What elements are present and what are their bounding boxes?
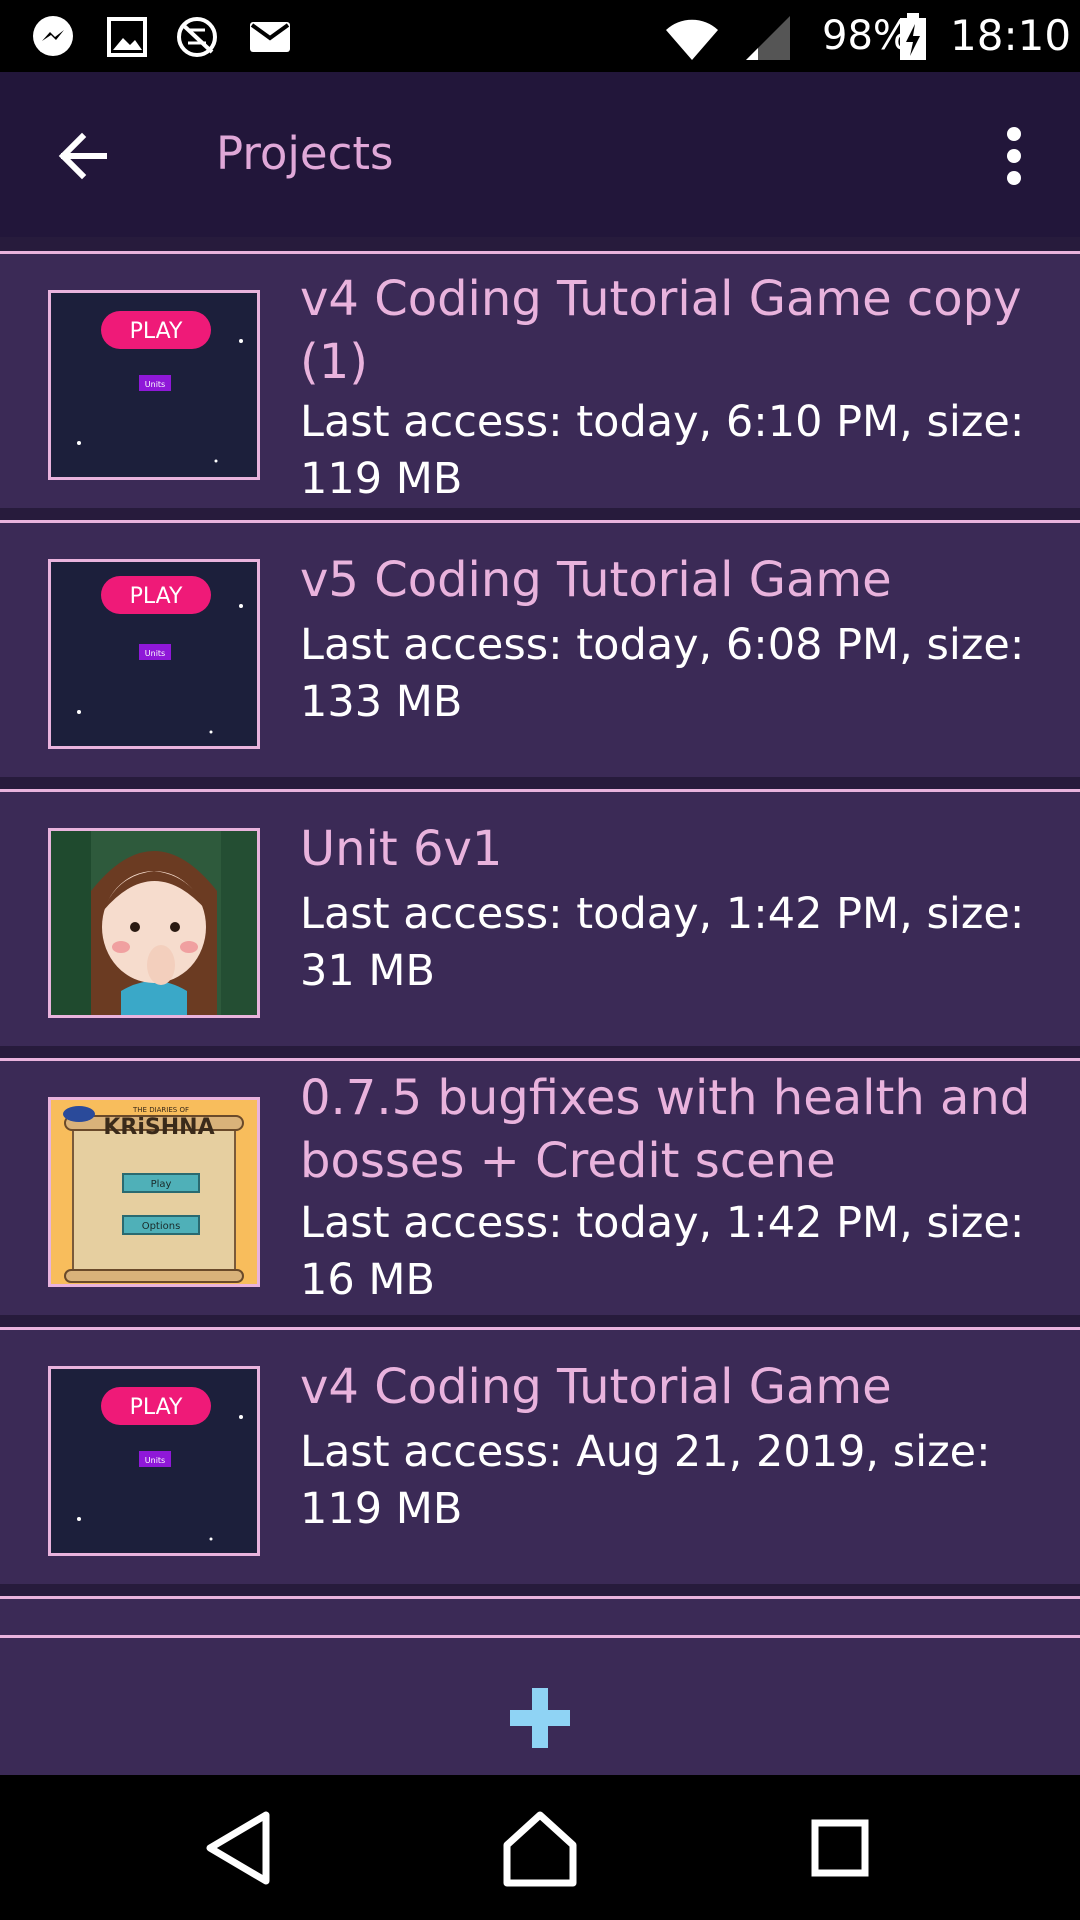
project-size: 119 MB xyxy=(300,454,463,504)
messenger-icon xyxy=(33,16,73,56)
project-title: Unit 6v1 xyxy=(300,821,503,877)
girl-character-thumbnail xyxy=(51,831,257,1015)
thumb-krishna-title: KRiSHNA xyxy=(103,1115,214,1140)
thumb-krishna-subtitle: THE DIARIES OF xyxy=(132,1106,189,1114)
page-title: Projects xyxy=(216,127,394,180)
project-card-partial[interactable] xyxy=(0,1596,1080,1635)
project-meta: Last access: today, 6:10 PM, size: xyxy=(300,397,1025,447)
app-bar: Projects xyxy=(0,72,1080,237)
project-thumbnail: PLAY Units xyxy=(48,290,260,480)
project-title: v5 Coding Tutorial Game xyxy=(300,552,892,608)
project-thumbnail xyxy=(48,828,260,1018)
project-title-line2: bosses + Credit scene xyxy=(300,1133,836,1189)
space-game-thumbnail: PLAY Units xyxy=(51,1369,257,1553)
project-card[interactable]: PLAY Units v4 Coding Tutorial Game Last … xyxy=(0,1327,1080,1584)
thumb-krishna-options: Options xyxy=(142,1221,181,1232)
thumb-units-label: Units xyxy=(145,649,165,658)
nav-back-icon[interactable] xyxy=(196,1803,286,1893)
mail-icon xyxy=(250,22,290,52)
project-title: v4 Coding Tutorial Game copy xyxy=(300,271,1022,327)
project-card[interactable]: Unit 6v1 Last access: today, 1:42 PM, si… xyxy=(0,789,1080,1046)
list-divider xyxy=(0,508,1080,520)
wifi-icon xyxy=(666,19,718,60)
project-size: 16 MB xyxy=(300,1255,435,1305)
more-options-icon[interactable] xyxy=(980,120,1044,192)
list-divider xyxy=(0,1315,1080,1327)
status-bar: 98% 18:10 xyxy=(0,0,1080,72)
list-divider xyxy=(0,237,1080,251)
back-arrow-icon[interactable] xyxy=(50,120,122,192)
bottom-panel xyxy=(0,1635,1080,1778)
project-card[interactable]: PLAY Units v4 Coding Tutorial Game copy … xyxy=(0,251,1080,508)
list-divider xyxy=(0,1584,1080,1596)
project-thumbnail: PLAY Units xyxy=(48,1366,260,1556)
project-meta: Last access: today, 1:42 PM, size: xyxy=(300,889,1025,939)
clock: 18:10 xyxy=(950,11,1072,60)
thumb-units-label: Units xyxy=(145,1456,165,1465)
list-divider xyxy=(0,1046,1080,1058)
thumb-krishna-play: Play xyxy=(151,1179,172,1190)
thumb-play-label: PLAY xyxy=(130,1395,183,1420)
project-thumbnail: PLAY Units xyxy=(48,559,260,749)
project-size: 119 MB xyxy=(300,1484,463,1534)
thumb-play-label: PLAY xyxy=(130,319,183,344)
space-game-thumbnail: PLAY Units xyxy=(51,562,257,746)
battery-charging-icon xyxy=(900,13,926,60)
project-meta: Last access: Aug 21, 2019, size: xyxy=(300,1427,991,1477)
thumb-play-label: PLAY xyxy=(130,584,183,609)
project-card[interactable]: THE DIARIES OF KRiSHNA Play Options 0.7.… xyxy=(0,1058,1080,1315)
project-meta: Last access: today, 6:08 PM, size: xyxy=(300,620,1025,670)
navigation-bar xyxy=(0,1775,1080,1920)
nav-home-icon[interactable] xyxy=(495,1803,585,1893)
project-card[interactable]: PLAY Units v5 Coding Tutorial Game Last … xyxy=(0,520,1080,777)
thumb-units-label: Units xyxy=(145,380,165,389)
krishna-scroll-thumbnail: THE DIARIES OF KRiSHNA Play Options xyxy=(51,1100,257,1284)
list-divider xyxy=(0,777,1080,789)
project-size: 31 MB xyxy=(300,946,435,996)
no-data-icon xyxy=(177,17,217,57)
project-list: PLAY Units v4 Coding Tutorial Game copy … xyxy=(0,237,1080,1635)
project-title: v4 Coding Tutorial Game xyxy=(300,1359,892,1415)
image-icon xyxy=(107,17,147,57)
project-size: 133 MB xyxy=(300,677,463,727)
space-game-thumbnail: PLAY Units xyxy=(51,293,257,477)
signal-icon xyxy=(746,16,790,60)
nav-recents-icon[interactable] xyxy=(795,1803,885,1893)
project-title-line2: (1) xyxy=(300,334,368,390)
project-thumbnail: THE DIARIES OF KRiSHNA Play Options xyxy=(48,1097,260,1287)
plus-icon[interactable] xyxy=(500,1678,580,1758)
project-title: 0.7.5 bugfixes with health and xyxy=(300,1070,1031,1126)
project-meta: Last access: today, 1:42 PM, size: xyxy=(300,1198,1025,1248)
